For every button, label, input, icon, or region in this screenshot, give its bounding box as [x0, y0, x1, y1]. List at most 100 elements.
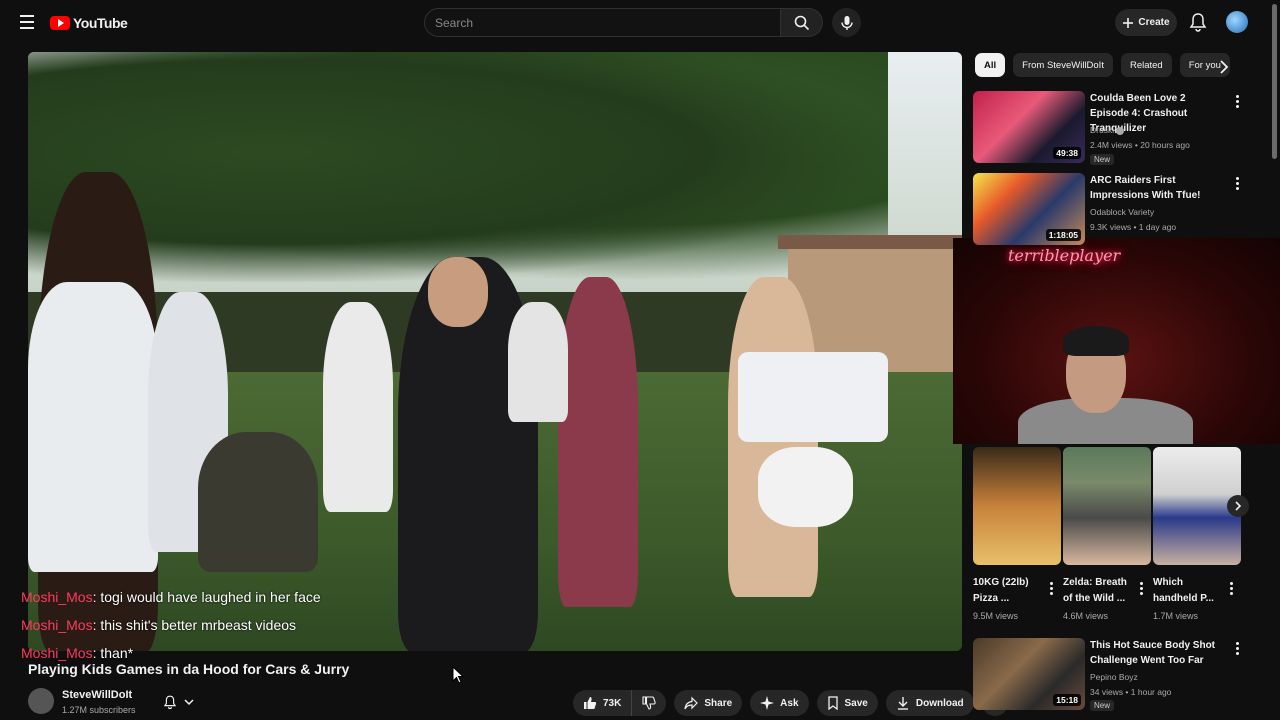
subscription-notifications-button[interactable] — [162, 691, 202, 713]
thumbs-down-icon — [642, 696, 657, 710]
video-person — [758, 447, 853, 527]
share-button[interactable]: Share — [674, 690, 743, 716]
like-dislike-group: 73K — [573, 690, 667, 716]
short-thumbnail[interactable] — [1063, 447, 1151, 565]
like-button[interactable]: 73K — [573, 690, 631, 716]
save-label: Save — [844, 697, 868, 709]
more-options-icon[interactable] — [1231, 175, 1243, 191]
chat-text: : this shit's better mrbeast videos — [92, 617, 297, 633]
video-person — [558, 277, 638, 607]
download-icon — [897, 697, 908, 710]
chat-message: Moshi_Mos: togi would have laughed in he… — [0, 585, 330, 610]
scrollbar-thumb[interactable] — [1272, 4, 1277, 159]
chip-related[interactable]: Related — [1120, 53, 1172, 77]
chat-username: Moshi_Mos — [21, 645, 93, 661]
chips-next-button[interactable] — [1214, 57, 1234, 77]
shorts-next-button[interactable] — [1227, 495, 1249, 517]
account-avatar[interactable] — [1226, 11, 1248, 33]
like-count: 73K — [603, 697, 622, 709]
more-options-icon[interactable] — [1046, 580, 1056, 596]
shorts-shelf: 10KG (22lb) Pizza ... 9.5M views Zelda: … — [973, 447, 1243, 627]
video-player[interactable] — [28, 52, 962, 651]
video-title[interactable]: ARC Raiders First Impressions With Tfue! — [1090, 173, 1225, 203]
filter-chips: All From SteveWillDoIt Related For you — [975, 53, 1230, 77]
short-item[interactable]: Which handheld P... 1.7M views — [1153, 447, 1241, 621]
channel-avatar[interactable] — [28, 688, 54, 714]
youtube-logo[interactable]: YouTube — [50, 13, 128, 33]
search-button[interactable] — [781, 8, 823, 37]
video-thumbnail[interactable]: 49:38 — [973, 91, 1085, 163]
video-duration: 15:18 — [1053, 694, 1081, 706]
short-title[interactable]: Which handheld P... — [1153, 575, 1223, 607]
sparkle-icon — [760, 696, 775, 710]
chat-username: Moshi_Mos — [21, 589, 93, 605]
streamer-webcam: terribleplayer — [953, 238, 1280, 444]
short-item[interactable]: 10KG (22lb) Pizza ... 9.5M views — [973, 447, 1061, 621]
search-icon — [794, 15, 809, 30]
search-input[interactable] — [425, 9, 780, 36]
video-actions: 73K Share Ask Save Download — [573, 690, 1008, 716]
download-label: Download — [915, 697, 964, 709]
youtube-play-icon — [50, 16, 70, 30]
bell-icon — [163, 695, 177, 710]
video-meta: 34 views • 1 hour ago — [1090, 687, 1172, 697]
more-options-icon[interactable] — [1136, 580, 1146, 596]
more-options-icon[interactable] — [1231, 93, 1243, 109]
recommendation-item[interactable]: 15:18 This Hot Sauce Body Shot Challenge… — [973, 638, 1263, 714]
short-title[interactable]: 10KG (22lb) Pizza ... — [973, 575, 1043, 607]
search-box — [424, 8, 781, 37]
channel-name[interactable]: Pepino Boyz — [1090, 670, 1138, 685]
video-person — [428, 257, 488, 327]
chat-text: : togi would have laughed in her face — [92, 589, 321, 605]
thumbs-up-icon — [584, 697, 597, 709]
ask-label: Ask — [780, 697, 799, 709]
chip-from-channel[interactable]: From SteveWillDoIt — [1013, 53, 1113, 77]
video-duration: 49:38 — [1053, 147, 1081, 159]
create-button[interactable]: Create — [1115, 9, 1177, 36]
save-button[interactable]: Save — [816, 690, 878, 716]
channel-name[interactable]: Odablock Variety — [1090, 205, 1154, 220]
new-badge: New — [1090, 700, 1115, 711]
short-item[interactable]: Zelda: Breath of the Wild ... 4.6M views — [1063, 447, 1151, 621]
share-arrow-icon — [684, 696, 699, 710]
video-person — [323, 302, 393, 512]
video-person — [738, 352, 888, 442]
channel-name[interactable]: SteveWillDoIt — [62, 689, 132, 701]
chevron-down-icon — [184, 699, 194, 706]
chevron-right-icon — [1235, 501, 1242, 511]
short-thumbnail[interactable] — [973, 447, 1061, 565]
video-title[interactable]: This Hot Sauce Body Shot Challenge Went … — [1090, 638, 1225, 668]
chat-username: Moshi_Mos — [21, 617, 93, 633]
short-title[interactable]: Zelda: Breath of the Wild ... — [1063, 575, 1133, 607]
notifications-button[interactable] — [1187, 11, 1209, 33]
video-meta: 9.3K views • 1 day ago — [1090, 222, 1177, 232]
recommendation-item[interactable]: 49:38 Coulda Been Love 2 Episode 4: Cras… — [973, 91, 1263, 167]
video-person — [198, 432, 318, 572]
mouse-cursor-icon — [452, 666, 464, 684]
hamburger-menu-icon[interactable] — [14, 11, 40, 35]
video-title: Playing Kids Games in da Hood for Cars &… — [28, 661, 350, 677]
short-views: 9.5M views — [973, 611, 1019, 621]
video-thumbnail[interactable]: 15:18 — [973, 638, 1085, 710]
more-options-icon[interactable] — [1226, 580, 1236, 596]
more-options-icon[interactable] — [1231, 640, 1243, 656]
video-person — [28, 282, 158, 572]
recommendation-item[interactable]: 1:18:05 ARC Raiders First Impressions Wi… — [973, 173, 1263, 249]
chat-message: Moshi_Mos: this shit's better mrbeast vi… — [0, 613, 330, 638]
chat-text: : than* — [92, 645, 134, 661]
video-thumbnail[interactable]: 1:18:05 — [973, 173, 1085, 245]
create-label: Create — [1138, 17, 1170, 28]
video-frame-trees — [28, 52, 888, 282]
streamer-hair — [1063, 326, 1129, 356]
short-views: 1.7M views — [1153, 611, 1199, 621]
microphone-icon — [840, 15, 853, 30]
voice-search-button[interactable] — [832, 8, 861, 37]
verified-check-icon — [1116, 126, 1125, 135]
ask-button[interactable]: Ask — [750, 690, 809, 716]
video-duration: 1:18:05 — [1045, 229, 1081, 241]
dislike-button[interactable] — [631, 690, 666, 716]
stream-chat: Moshi_Mos: togi would have laughed in he… — [0, 585, 330, 666]
chip-all[interactable]: All — [975, 53, 1006, 77]
channel-name[interactable]: Druski — [1090, 123, 1125, 138]
download-button[interactable]: Download — [885, 690, 974, 716]
